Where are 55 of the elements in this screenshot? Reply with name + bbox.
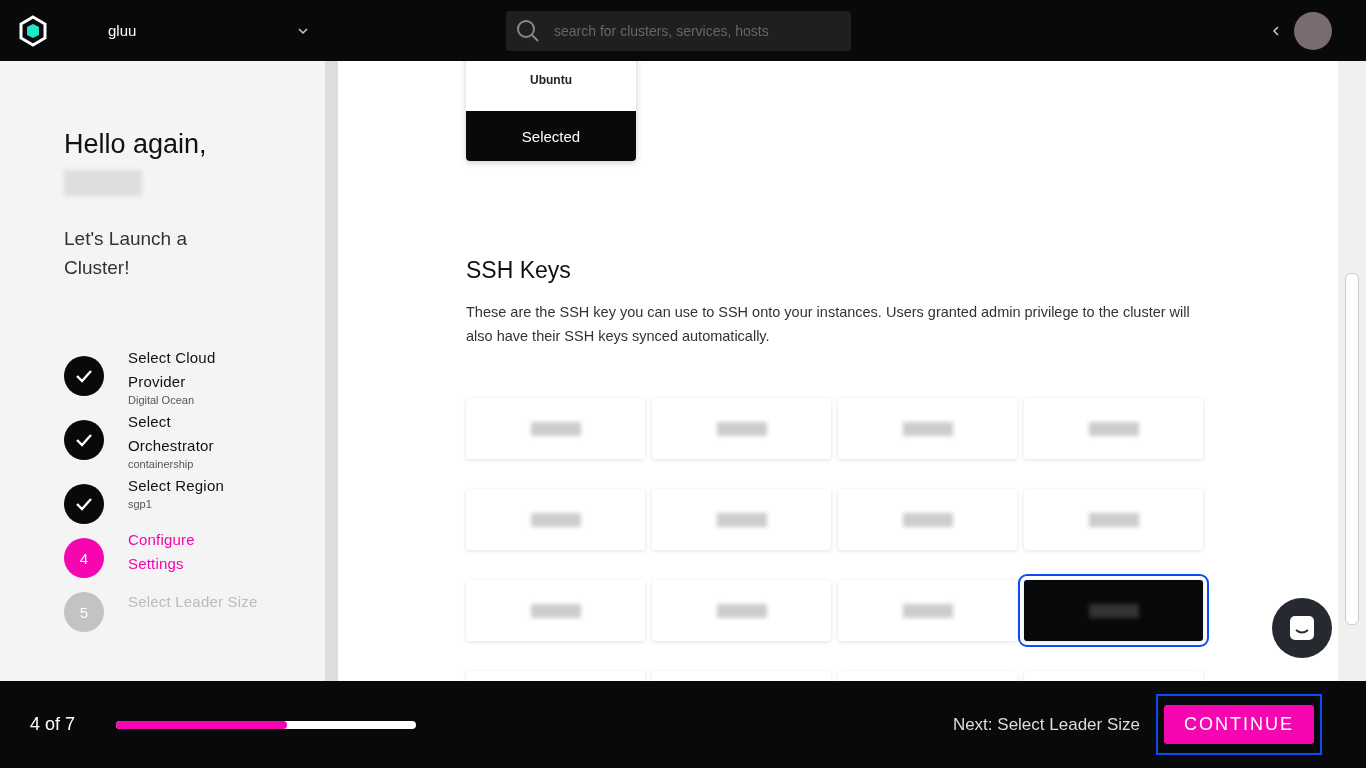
scrollbar-thumb[interactable] [1345, 273, 1359, 625]
continue-button[interactable]: CONTINUE [1164, 705, 1314, 744]
redacted-key-name [1088, 603, 1139, 618]
chat-button[interactable] [1272, 598, 1332, 658]
redacted-key-name [1088, 421, 1139, 436]
ssh-key-tile[interactable] [652, 398, 831, 459]
chevron-left-icon[interactable] [1272, 24, 1280, 37]
ssh-key-tile[interactable] [838, 398, 1017, 459]
check-icon [75, 497, 93, 511]
redacted-key-name [902, 421, 953, 436]
ssh-key-tile[interactable] [652, 580, 831, 641]
next-step-label: Next: Select Leader Size [952, 714, 1140, 735]
redacted-key-name [530, 512, 581, 527]
greeting: Hello again, [64, 129, 208, 160]
step-number: 4 [79, 549, 89, 567]
ssh-key-tile[interactable] [466, 398, 645, 459]
ssh-key-tile[interactable] [466, 489, 645, 550]
redacted-key-name [902, 512, 953, 527]
step-title: Configure Settings [128, 530, 196, 574]
os-card[interactable]: Ubuntu Selected [466, 61, 636, 161]
avatar[interactable] [1294, 11, 1332, 50]
step-counter: 4 of 7 [30, 714, 77, 735]
check-icon [75, 369, 93, 383]
redacted-key-name [716, 512, 767, 527]
selected-button[interactable]: Selected [466, 111, 636, 161]
ssh-key-tile[interactable] [838, 580, 1017, 641]
chevron-down-icon[interactable] [298, 26, 308, 35]
logo-icon [18, 14, 48, 47]
ssh-key-tile[interactable] [1024, 489, 1203, 550]
ssh-key-tile[interactable] [1024, 398, 1203, 459]
redacted-key-name [716, 603, 767, 618]
redacted-key-name [1088, 512, 1139, 527]
ssh-key-tile[interactable] [466, 580, 645, 641]
os-name: Ubuntu [529, 72, 573, 89]
redacted-key-name [902, 603, 953, 618]
check-icon [75, 433, 93, 447]
step-title: Select Leader Size [128, 592, 259, 612]
step-detail: containership [128, 458, 195, 470]
step-number: 5 [79, 603, 89, 621]
redacted-key-name [530, 421, 581, 436]
search-field[interactable]: search for clusters, services, hosts [506, 10, 851, 51]
chat-icon [1288, 614, 1316, 642]
step-title: Select Cloud Provider [128, 348, 217, 392]
redacted-key-name [716, 421, 767, 436]
subtitle: Let's Launch a Cluster! [64, 227, 188, 280]
section-title: SSH Keys [466, 257, 572, 284]
org-name[interactable]: gluu [108, 22, 288, 39]
ssh-key-tile[interactable] [838, 489, 1017, 550]
section-description: These are the SSH key you can use to SSH onto your instances. Users granted admin privilege to the cluster will also have their SSH keys synced automatically. [466, 303, 1191, 346]
step-detail: Digital Ocean [128, 394, 196, 406]
step-title: Select Region [128, 476, 225, 496]
redacted-key-name [530, 603, 581, 618]
step-detail: sgp1 [128, 498, 153, 510]
step-title: Select Orchestrator [128, 412, 215, 456]
ssh-key-tile[interactable] [652, 489, 831, 550]
